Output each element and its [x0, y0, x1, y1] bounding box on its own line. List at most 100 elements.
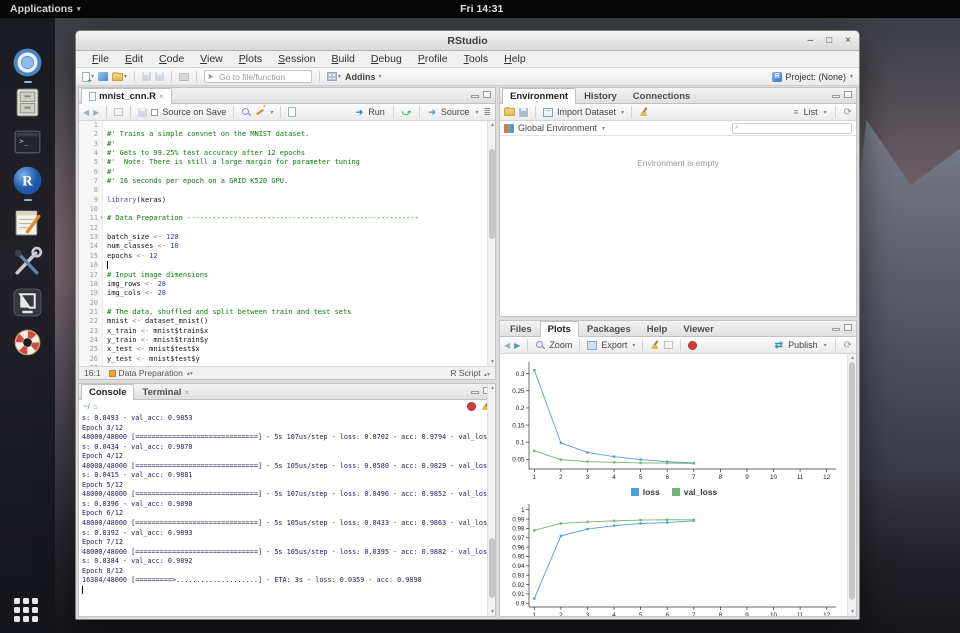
tab-environment[interactable]: Environment	[502, 88, 576, 104]
code-line[interactable]	[107, 224, 495, 233]
run-icon[interactable]: ➜	[356, 107, 364, 118]
chromium-icon[interactable]	[11, 46, 44, 79]
code-line[interactable]: mnist <- dataset_mnist()	[107, 317, 495, 326]
maximize-button[interactable]: □	[826, 36, 832, 46]
rerun-icon[interactable]: ⤻	[402, 107, 412, 118]
code-line[interactable]: y_train <- mnist$train$y	[107, 336, 495, 345]
environment-search[interactable]: ⌕	[732, 123, 852, 134]
tab-console[interactable]: Console	[81, 384, 134, 400]
title-bar[interactable]: RStudio – □ ×	[76, 31, 859, 51]
compile-report-icon[interactable]	[288, 107, 296, 117]
minimize-pane-icon[interactable]	[471, 391, 479, 394]
code-line[interactable]	[107, 299, 495, 308]
terminal-icon[interactable]: >_	[11, 126, 44, 159]
code-line[interactable]: #' Trains a simple convnet on the MNIST …	[107, 130, 495, 139]
minimize-pane-icon[interactable]	[832, 328, 840, 331]
back-icon[interactable]: ◀	[83, 108, 89, 117]
interrupt-icon[interactable]	[467, 402, 476, 411]
menu-code[interactable]: Code	[151, 53, 192, 65]
stop-icon[interactable]	[688, 341, 697, 350]
code-line[interactable]: img_cols <- 28	[107, 289, 495, 298]
project-selector[interactable]: R Project: (None) ▾	[772, 72, 853, 82]
menu-profile[interactable]: Profile	[410, 53, 456, 65]
popout-icon[interactable]	[114, 108, 123, 116]
tab-history[interactable]: History	[576, 88, 625, 103]
menu-file[interactable]: File	[84, 53, 117, 65]
tab-viewer[interactable]: Viewer	[675, 321, 721, 336]
export-label[interactable]: Export	[601, 340, 627, 350]
fold-icon[interactable]: ▾	[100, 214, 103, 223]
list-view-label[interactable]: List	[804, 107, 818, 117]
code-tools-icon[interactable]	[255, 107, 265, 117]
save-icon[interactable]	[138, 108, 147, 117]
minimize-button[interactable]: –	[808, 36, 814, 46]
code-line[interactable]	[107, 186, 495, 195]
publish-icon[interactable]: ⇄	[775, 340, 783, 351]
find-icon[interactable]	[241, 107, 251, 117]
tools-icon[interactable]	[11, 246, 44, 279]
close-button[interactable]: ×	[845, 36, 851, 46]
publish-label[interactable]: Publish	[788, 340, 818, 350]
maximize-pane-icon[interactable]	[483, 91, 491, 98]
code-line[interactable]: x_test <- mnist$test$x	[107, 345, 495, 354]
document-outline-icon[interactable]: ≣	[483, 107, 491, 118]
remove-plot-icon[interactable]	[650, 340, 660, 350]
plots-scrollbar[interactable]: ▲ ▼	[847, 354, 856, 616]
code-line[interactable]: # Input image dimensions	[107, 271, 495, 280]
zoom-label[interactable]: Zoom	[549, 340, 572, 350]
next-plot-icon[interactable]: ▶	[514, 341, 520, 350]
zoom-plot-icon[interactable]	[535, 340, 545, 350]
menu-help[interactable]: Help	[496, 53, 534, 65]
code-line[interactable]: num_classes <- 10	[107, 242, 495, 251]
menu-debug[interactable]: Debug	[363, 53, 410, 65]
save-workspace-icon[interactable]	[519, 108, 528, 117]
tab-packages[interactable]: Packages	[579, 321, 639, 336]
rstudio-icon[interactable]: R	[11, 164, 44, 197]
clock[interactable]: Fri 14:31	[460, 3, 503, 15]
addins-menu[interactable]: Addins▾	[345, 72, 382, 82]
source-label[interactable]: Source	[441, 107, 470, 117]
pane-layout-button[interactable]: ▾	[327, 70, 341, 84]
applications-menu[interactable]: Applications ▾	[0, 0, 91, 18]
code-line[interactable]: library(keras)	[107, 196, 495, 205]
menu-tools[interactable]: Tools	[456, 53, 497, 65]
source-icon[interactable]: ➜	[428, 107, 436, 118]
menu-build[interactable]: Build	[324, 53, 363, 65]
console-output[interactable]: s: 0.0493 - val_acc: 0.9853Epoch 3/12480…	[79, 412, 495, 616]
tab-files[interactable]: Files	[502, 321, 540, 336]
menu-session[interactable]: Session	[270, 53, 323, 65]
show-apps-grid-icon[interactable]	[14, 598, 41, 625]
code-line[interactable]	[107, 261, 495, 270]
minimize-pane-icon[interactable]	[471, 95, 479, 98]
editor-scrollbar[interactable]: ▲ ▼	[487, 121, 495, 366]
refresh-icon[interactable]: ⟳	[844, 107, 852, 118]
forward-icon[interactable]: ▶	[93, 108, 99, 117]
menu-edit[interactable]: Edit	[117, 53, 151, 65]
minimize-pane-icon[interactable]	[832, 95, 840, 98]
code-line[interactable]: #'	[107, 140, 495, 149]
tab-help[interactable]: Help	[639, 321, 676, 336]
refresh-plots-icon[interactable]: ⟳	[844, 340, 852, 351]
code-line[interactable]: epochs <- 12	[107, 252, 495, 261]
save-all-button[interactable]	[155, 70, 164, 84]
new-file-button[interactable]: ▾	[82, 70, 94, 84]
lifebuoy-help-icon[interactable]	[11, 326, 44, 359]
code-line[interactable]: img_rows <- 28	[107, 280, 495, 289]
menu-plots[interactable]: Plots	[231, 53, 270, 65]
tab-plots[interactable]: Plots	[540, 321, 579, 337]
global-environment-label[interactable]: Global Environment	[518, 123, 597, 133]
tab-terminal[interactable]: Terminal×	[134, 384, 197, 399]
menu-view[interactable]: View	[192, 53, 231, 65]
goto-file-input[interactable]	[204, 70, 312, 83]
load-workspace-icon[interactable]	[504, 108, 515, 116]
code-line[interactable]: # Data Preparation ---------------------…	[107, 214, 495, 223]
code-line[interactable]: x_train <- mnist$train$x	[107, 327, 495, 336]
maximize-pane-icon[interactable]	[844, 91, 852, 98]
save-button[interactable]	[142, 70, 151, 84]
new-project-button[interactable]	[98, 70, 108, 84]
import-dataset-label[interactable]: Import Dataset	[557, 107, 616, 117]
maximize-pane-icon[interactable]	[844, 324, 852, 331]
code-line[interactable]: batch_size <- 128	[107, 233, 495, 242]
notes-icon[interactable]	[11, 206, 44, 239]
code-line[interactable]: #'	[107, 168, 495, 177]
